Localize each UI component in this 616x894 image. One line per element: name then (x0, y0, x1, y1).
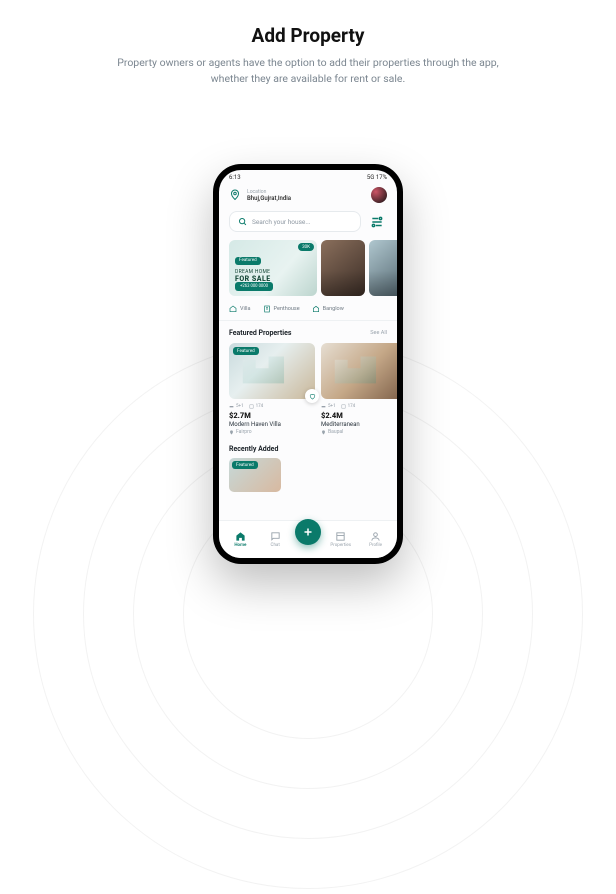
featured-badge: Featured (235, 257, 261, 265)
search-icon (238, 217, 247, 226)
pin-icon (321, 430, 326, 435)
profile-icon (370, 531, 381, 542)
penthouse-icon (263, 305, 271, 313)
chat-icon (270, 531, 281, 542)
category-villa[interactable]: Villa (229, 305, 251, 313)
category-tabs: Villa Penthouse Banglow (219, 305, 397, 321)
nav-profile[interactable]: Profile (361, 531, 391, 548)
plus-icon (302, 526, 314, 538)
nav-home[interactable]: Home (225, 531, 255, 548)
page-title: Add Property (0, 24, 616, 47)
banner-title: DREAM HOMEFOR SALE (235, 269, 311, 283)
search-placeholder: Search your house... (252, 218, 311, 226)
nav-chat[interactable]: Chat (260, 531, 290, 548)
home-icon (235, 531, 246, 542)
nav-properties[interactable]: Properties (326, 531, 356, 548)
location-value: Bhuj,Gujrat,India (247, 195, 365, 202)
property-price: $2.4M (321, 411, 397, 420)
banner-carousel[interactable]: Featured 30K DREAM HOMEFOR SALE +263 000… (219, 240, 397, 296)
favorite-button[interactable] (305, 389, 319, 403)
featured-list: Featured 5+1 174 $2.7M Modern Haven Vill… (219, 343, 397, 435)
location-row[interactable]: Location Bhuj,Gujrat,India (219, 183, 397, 207)
bottom-nav: Home Chat Properties Profile (219, 520, 397, 558)
banner-price: 30K (298, 243, 314, 251)
bed-icon (229, 404, 234, 409)
status-time: 6:13 (229, 174, 241, 181)
properties-icon (335, 531, 346, 542)
featured-badge: Featured (233, 347, 259, 355)
property-name: Mediterranean (321, 421, 397, 428)
property-location: Baupal (321, 429, 397, 435)
featured-badge: Featured (232, 461, 258, 469)
category-banglow[interactable]: Banglow (312, 305, 344, 313)
pin-icon (229, 430, 234, 435)
villa-icon (229, 305, 237, 313)
avatar[interactable] (371, 187, 387, 203)
property-price: $2.7M (229, 411, 315, 420)
property-name: Modern Haven Villa (229, 421, 315, 428)
search-input[interactable]: Search your house... (229, 211, 361, 232)
area-icon (341, 404, 346, 409)
filter-button[interactable] (367, 212, 387, 232)
add-property-button[interactable] (295, 519, 321, 545)
status-bar: 6:13 5G 17% (219, 170, 397, 183)
status-indicators: 5G 17% (367, 174, 387, 181)
banglow-icon (312, 305, 320, 313)
property-card[interactable]: 5+1 174 $2.4M Mediterranean Baupal (321, 343, 397, 435)
recent-card[interactable]: Featured (229, 458, 281, 492)
filter-icon (370, 215, 384, 229)
banner-card-3[interactable] (369, 240, 397, 296)
app-screen: 6:13 5G 17% Location Bhuj,Gujrat,India S… (219, 170, 397, 558)
area-icon (249, 404, 254, 409)
page-subtitle: Property owners or agents have the optio… (98, 55, 518, 88)
banner-card-main[interactable]: Featured 30K DREAM HOMEFOR SALE +263 000… (229, 240, 317, 296)
bed-icon (321, 404, 326, 409)
recent-heading: Recently Added (229, 445, 387, 453)
phone-mockup: 6:13 5G 17% Location Bhuj,Gujrat,India S… (213, 164, 403, 564)
location-pin-icon (229, 189, 241, 201)
see-all-link[interactable]: See All (370, 330, 387, 336)
heart-icon (309, 393, 316, 400)
featured-heading: Featured Properties (229, 329, 292, 337)
banner-card-2[interactable] (321, 240, 365, 296)
property-card[interactable]: Featured 5+1 174 $2.7M Modern Haven Vill… (229, 343, 315, 435)
property-location: Fairpro (229, 429, 315, 435)
category-penthouse[interactable]: Penthouse (263, 305, 300, 313)
banner-cta: +263 000 0000 (235, 282, 273, 291)
